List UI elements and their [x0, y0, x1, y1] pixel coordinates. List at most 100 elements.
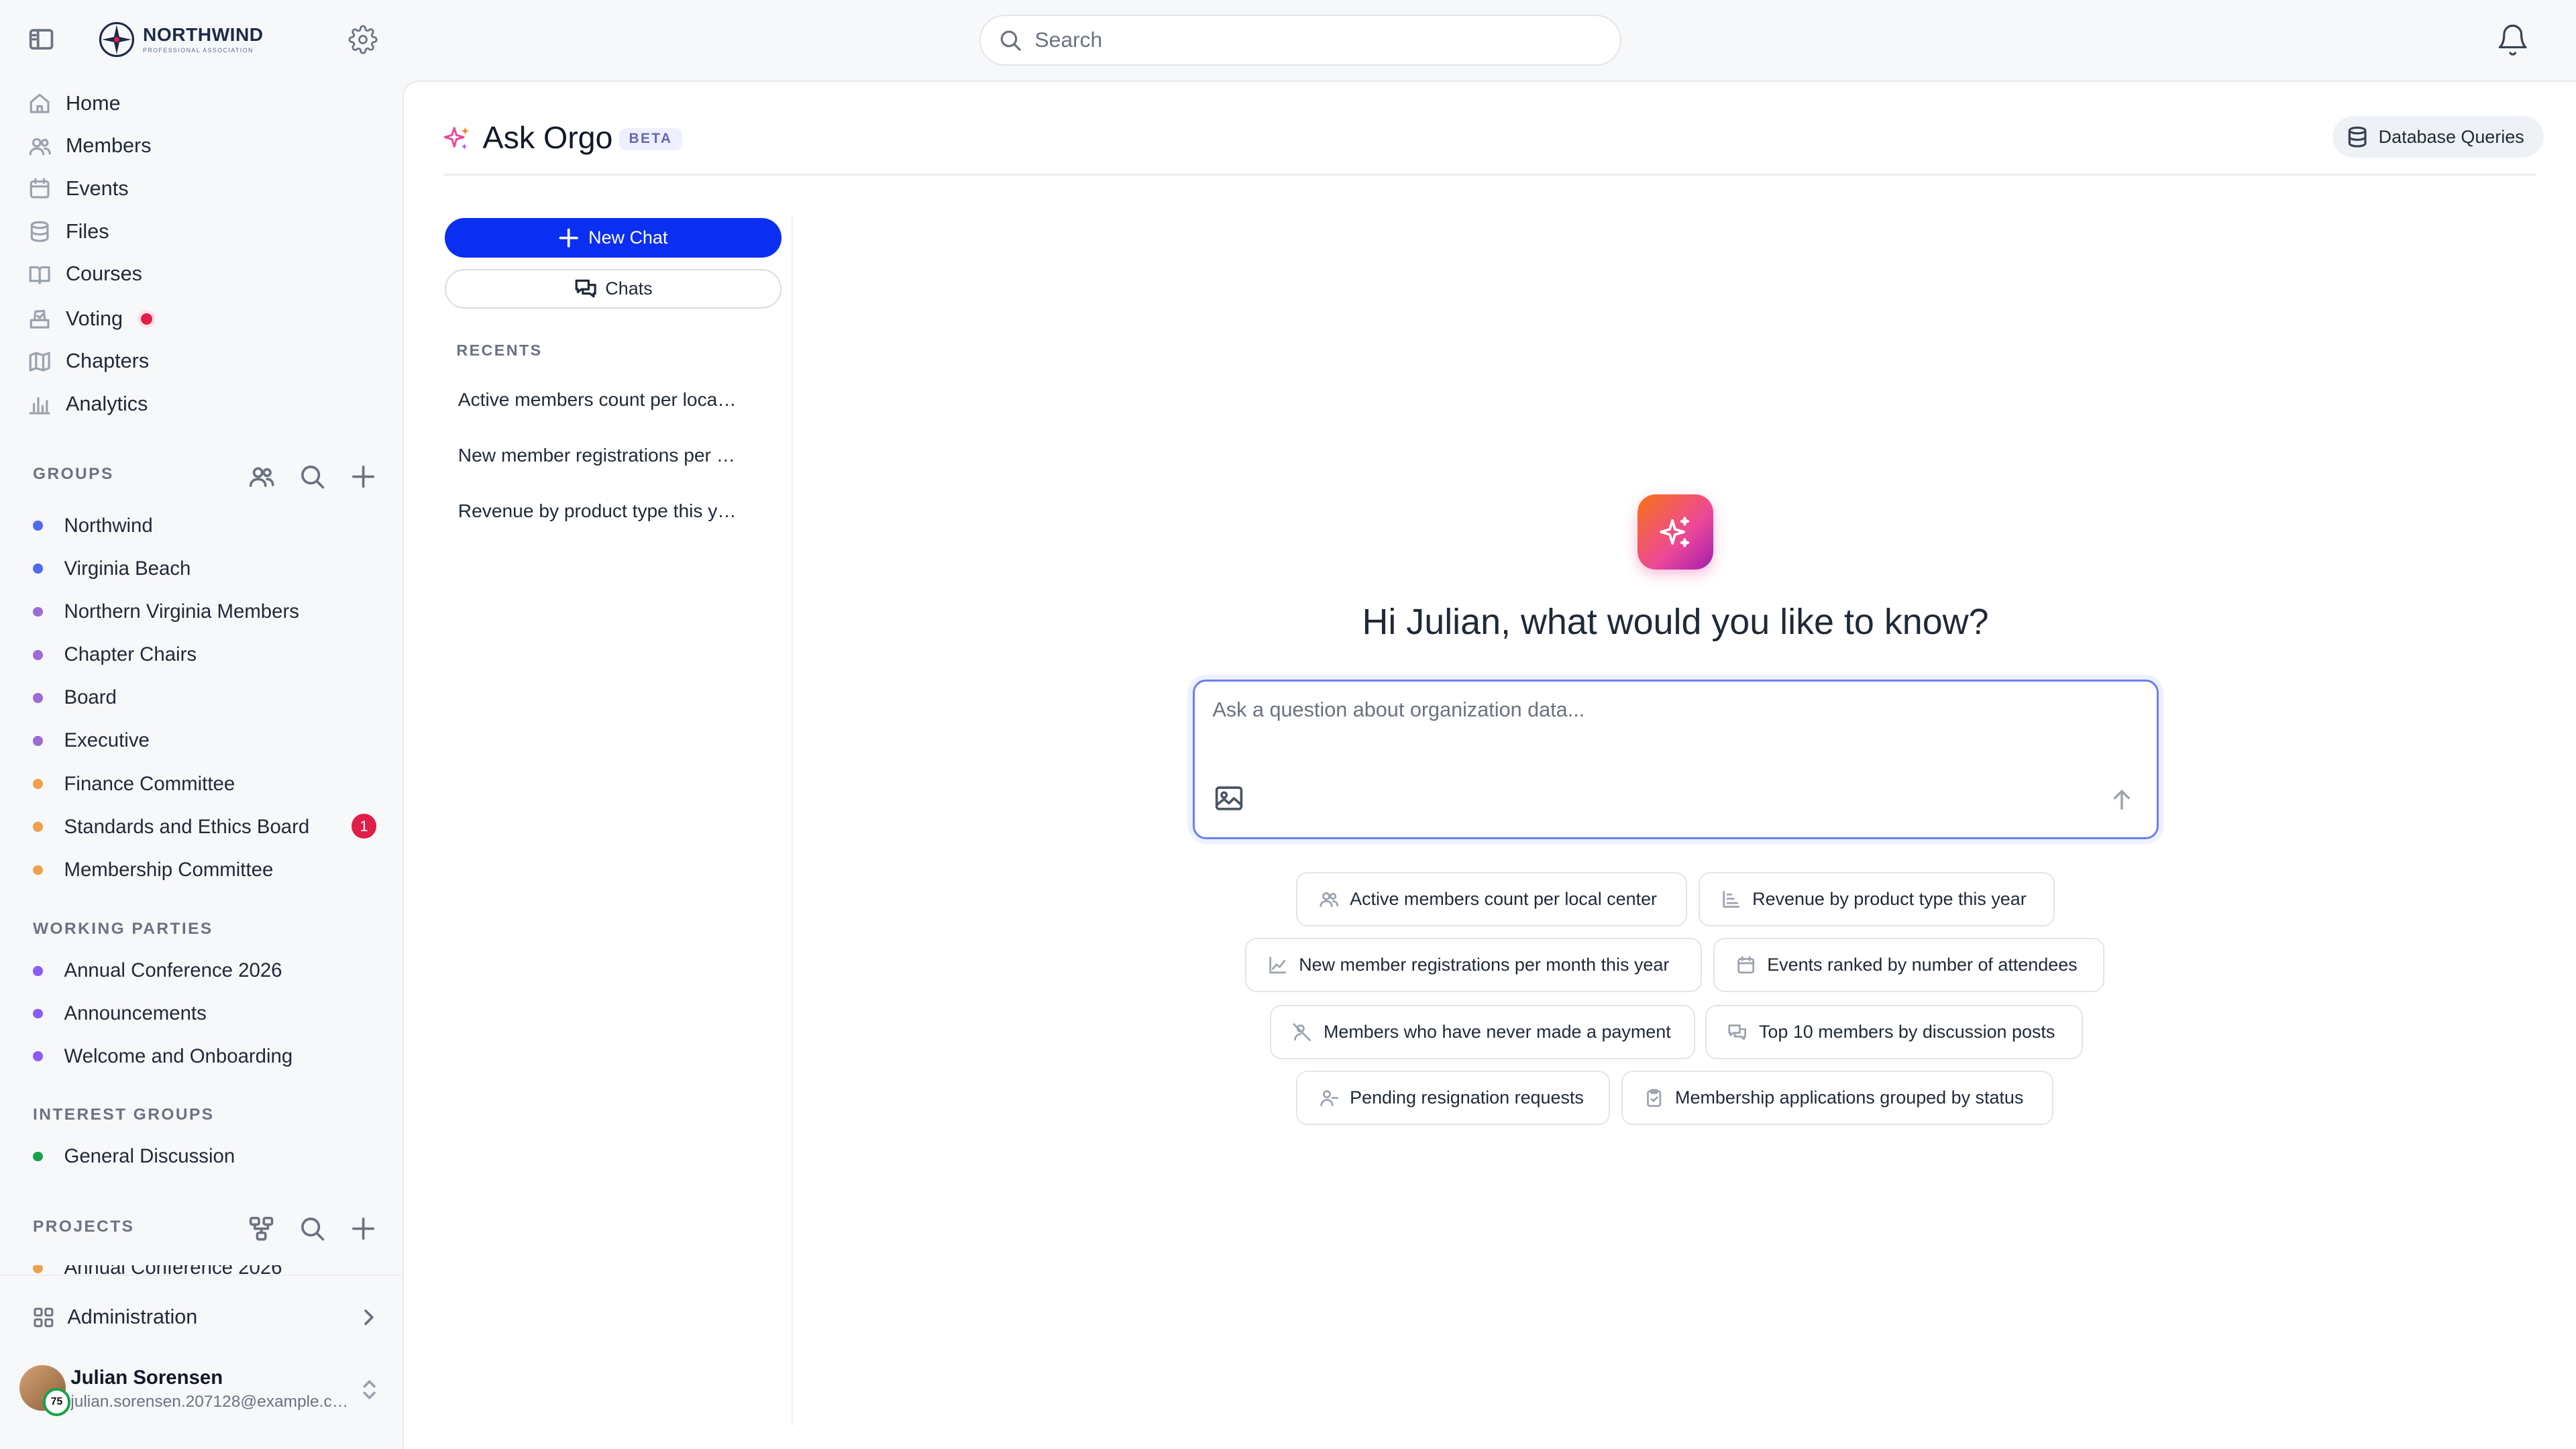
recent-chat-item[interactable]: New member registrations per month this …: [458, 445, 737, 466]
suggestion-chip[interactable]: Active members count per local center: [1295, 871, 1687, 926]
gear-icon[interactable]: [348, 25, 378, 54]
search-icon[interactable]: [299, 1216, 325, 1242]
top-bar: NORTHWIND PROFESSIONAL ASSOCIATION: [0, 0, 2576, 80]
suggestion-label: Events ranked by number of attendees: [1767, 954, 2078, 975]
nav-label: Voting: [65, 307, 123, 330]
nav-label: Analytics: [65, 392, 148, 415]
send-arrow-icon[interactable]: [2111, 789, 2133, 810]
suggestion-chip[interactable]: New member registrations per month this …: [1244, 937, 1702, 992]
suggestion-label: Top 10 members by discussion posts: [1758, 1022, 2055, 1042]
nav-item-analytics[interactable]: Analytics: [28, 386, 148, 423]
group-item-label: Finance Committee: [64, 772, 235, 795]
group-item[interactable]: Board: [32, 682, 117, 714]
search-bar[interactable]: [979, 15, 1622, 66]
recent-chat-item[interactable]: Revenue by product type this year: [458, 500, 737, 522]
calendar-icon: [30, 178, 50, 199]
group-item[interactable]: Membership Committee: [32, 853, 274, 886]
color-dot: [32, 1051, 43, 1062]
grid-icon: [34, 1307, 54, 1328]
plus-icon[interactable]: [350, 1216, 376, 1242]
recent-chat-item[interactable]: Active members count per local center: [458, 389, 737, 411]
beta-badge: BETA: [619, 127, 683, 151]
suggestion-label: Revenue by product type this year: [1752, 888, 2027, 909]
group-item-label: Northwind: [64, 514, 153, 537]
suggestion-chip[interactable]: Revenue by product type this year: [1698, 871, 2055, 926]
suggestion-label: Active members count per local center: [1350, 888, 1658, 909]
map-icon: [29, 352, 50, 372]
greeting-heading: Hi Julian, what would you like to know?: [1362, 601, 1989, 642]
suggestion-chip[interactable]: Membership applications grouped by statu…: [1621, 1071, 2053, 1126]
search-icon: [1000, 30, 1021, 51]
plus-icon[interactable]: [350, 464, 376, 490]
group-item[interactable]: Executive: [32, 724, 150, 757]
working-party-item[interactable]: Announcements: [32, 998, 207, 1030]
home-icon: [30, 93, 50, 113]
projects-tools: [248, 1216, 376, 1242]
group-item[interactable]: Northwind: [32, 509, 153, 542]
image-attach-icon[interactable]: [1214, 784, 1244, 813]
nav-item-members[interactable]: Members: [28, 128, 152, 164]
user-menu[interactable]: 75 Julian Sorensen julian.sorensen.20712…: [19, 1362, 389, 1417]
suggestion-chip[interactable]: Members who have never made a payment: [1269, 1005, 1695, 1060]
nav-item-events[interactable]: Events: [28, 171, 129, 207]
working-party-item[interactable]: Annual Conference 2026: [32, 955, 282, 987]
logo-name: NORTHWIND: [143, 23, 264, 45]
line-chart-icon: [1269, 956, 1286, 973]
notification-dot: [140, 313, 153, 325]
sidebar-footer: Administration 75 Julian Sorensen julian…: [0, 1275, 402, 1449]
group-item[interactable]: Finance Committee: [32, 767, 235, 800]
search-input[interactable]: [1034, 28, 1577, 53]
color-dot: [32, 822, 43, 833]
group-item[interactable]: Virginia Beach: [32, 552, 191, 585]
group-item-label: Membership Committee: [64, 858, 274, 881]
page-title: Ask Orgo: [482, 120, 613, 156]
color-dot: [32, 1151, 43, 1162]
nav-item-files[interactable]: Files: [28, 213, 109, 250]
new-chat-button[interactable]: New Chat: [445, 218, 782, 258]
clipboard-icon: [1646, 1089, 1661, 1108]
suggestion-chip[interactable]: Top 10 members by discussion posts: [1705, 1005, 2083, 1060]
suggestion-chip[interactable]: Events ranked by number of attendees: [1713, 937, 2104, 992]
nav-item-chapters[interactable]: Chapters: [28, 343, 149, 380]
database-queries-button[interactable]: Database Queries: [2332, 116, 2544, 158]
group-item[interactable]: Northern Virginia Members: [32, 596, 299, 629]
database-icon: [30, 221, 49, 242]
administration-link[interactable]: Administration: [33, 1303, 378, 1332]
ai-assistant-logo: [1638, 494, 1713, 570]
suggestion-label: Pending resignation requests: [1350, 1087, 1584, 1108]
nav-item-courses[interactable]: Courses: [28, 256, 142, 292]
group-item[interactable]: Chapter Chairs: [32, 639, 197, 672]
color-dot: [32, 692, 43, 703]
nav-item-home[interactable]: Home: [28, 85, 121, 121]
chart-icon: [29, 397, 50, 415]
nav-label: Events: [65, 177, 129, 201]
hierarchy-icon[interactable]: [248, 1216, 274, 1242]
bell-icon[interactable]: [2496, 23, 2530, 57]
prompt-input[interactable]: [1212, 698, 2133, 758]
project-item-clipped[interactable]: Annual Conference 2026: [32, 1265, 312, 1275]
chats-button[interactable]: Chats: [445, 269, 782, 309]
group-item[interactable]: Standards and Ethics Board: [32, 810, 309, 843]
sidebar-toggle-icon[interactable]: [28, 26, 54, 52]
header-divider: [443, 174, 2536, 176]
color-dot: [32, 521, 43, 531]
project-label: Annual Conference 2026: [64, 1265, 282, 1275]
working-party-item[interactable]: Welcome and Onboarding: [32, 1040, 292, 1073]
users-icon[interactable]: [248, 464, 274, 490]
search-icon[interactable]: [299, 464, 325, 490]
working-parties-heading: WORKING PARTIES: [32, 920, 213, 938]
prompt-composer: [1192, 680, 2159, 839]
users-icon: [1320, 892, 1338, 907]
plus-icon: [559, 228, 578, 248]
chat-history-panel: New Chat Chats RECENTS Active members co…: [443, 216, 794, 1426]
interest-group-item[interactable]: General Discussion: [32, 1140, 235, 1173]
new-chat-label: New Chat: [588, 227, 668, 248]
color-dot: [32, 1265, 43, 1273]
suggestion-chip[interactable]: Pending resignation requests: [1295, 1071, 1610, 1126]
nav-item-voting[interactable]: Voting: [28, 301, 153, 337]
user-email: julian.sorensen.207128@example.com: [70, 1393, 350, 1411]
chats-label: Chats: [605, 278, 653, 299]
groups-heading: GROUPS: [32, 465, 114, 484]
logo[interactable]: NORTHWIND PROFESSIONAL ASSOCIATION: [99, 21, 264, 58]
suggestion-label: New member registrations per month this …: [1299, 954, 1670, 975]
